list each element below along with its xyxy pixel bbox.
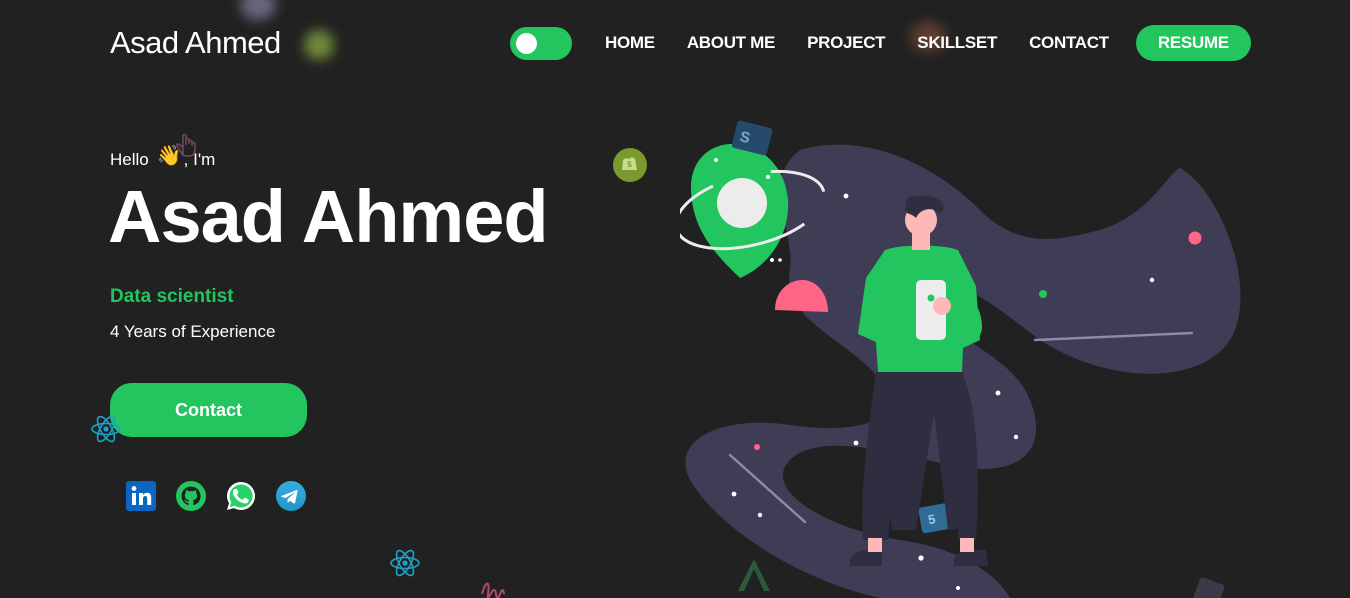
social-links — [124, 479, 307, 512]
nav-skillset[interactable]: SKILLSET — [917, 33, 997, 53]
nav-home[interactable]: HOME — [605, 33, 655, 53]
linkedin-icon[interactable] — [124, 479, 157, 512]
experience-text: 4 Years of Experience — [110, 322, 276, 341]
nav-contact[interactable]: CONTACT — [1029, 33, 1109, 53]
hero-illustration: 5 S — [680, 120, 1241, 598]
theme-toggle[interactable] — [510, 26, 572, 60]
react-icon — [91, 415, 121, 443]
decorative-blur — [240, 0, 276, 20]
squiggle-icon — [481, 582, 505, 598]
greeting: Hello 👋 , I'm — [110, 145, 215, 172]
greeting-text: Hello — [110, 149, 149, 169]
react-icon — [390, 549, 420, 577]
cursor-hand-icon — [175, 133, 196, 157]
hero-name: Asad Ahmed — [108, 175, 549, 258]
job-title: Data scientist — [110, 286, 234, 307]
github-icon[interactable] — [174, 479, 207, 512]
whatsapp-icon[interactable] — [224, 479, 257, 512]
telegram-icon[interactable] — [274, 479, 307, 512]
nav-project[interactable]: PROJECT — [807, 33, 886, 53]
brand-logo[interactable]: Asad Ahmed — [110, 25, 281, 61]
portfolio-page: Asad Ahmed HOME ABOUT ME PROJECT SKILLSE… — [0, 0, 1350, 598]
shopify-icon — [613, 148, 647, 182]
resume-button[interactable]: RESUME — [1135, 25, 1251, 61]
contact-button[interactable]: Contact — [110, 383, 307, 437]
nav-about[interactable]: ABOUT ME — [687, 33, 776, 53]
decorative-blur — [304, 30, 334, 60]
toggle-knob — [516, 32, 537, 54]
navbar: HOME ABOUT ME PROJECT SKILLSET CONTACT R… — [510, 25, 1251, 61]
